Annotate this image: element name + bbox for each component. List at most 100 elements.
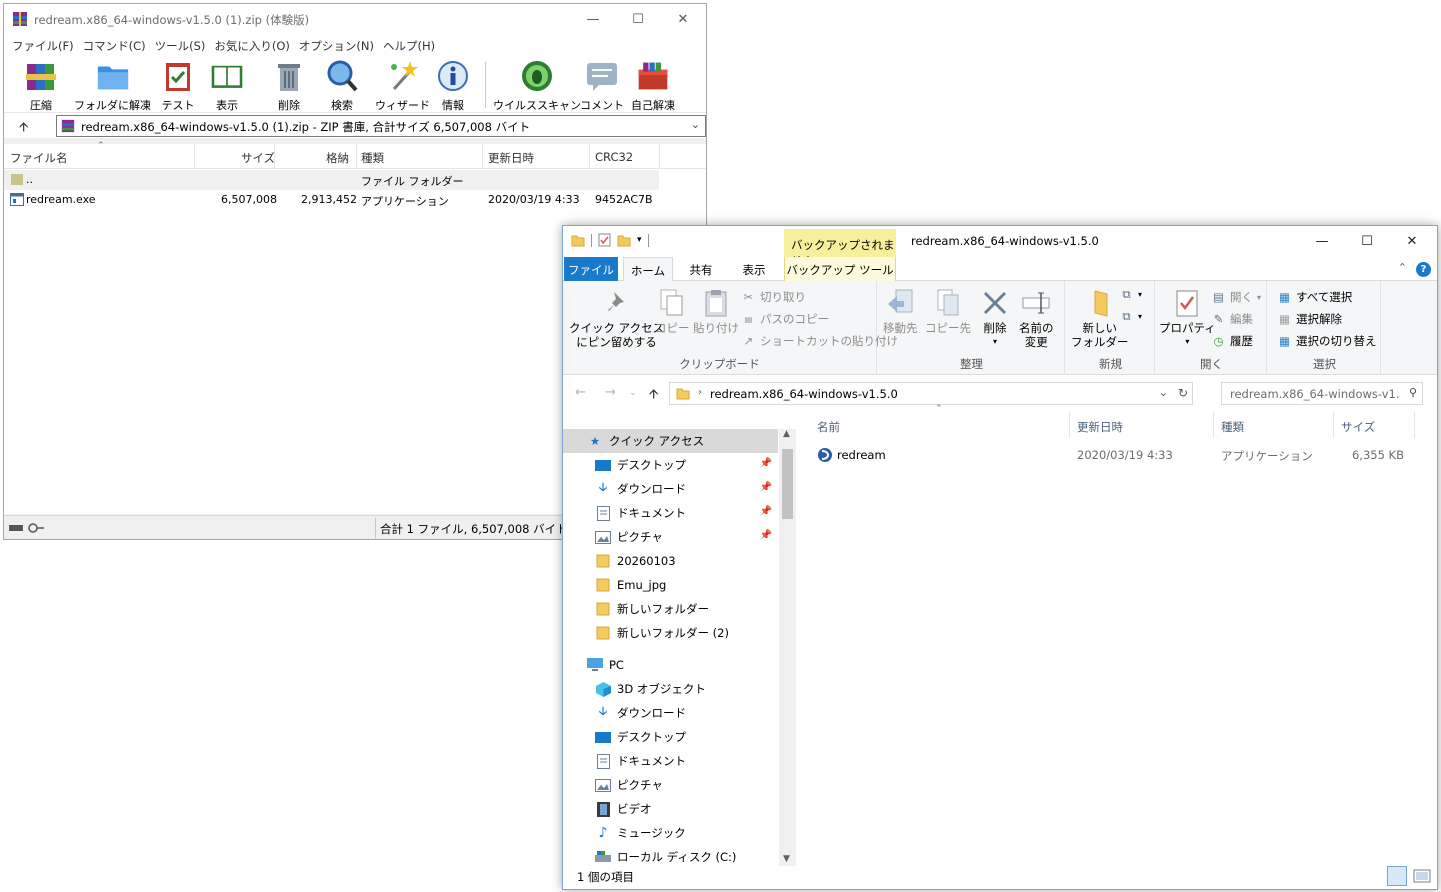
nav-documents[interactable]: ドキュメント 📌 xyxy=(563,501,778,525)
nav-pc[interactable]: PC xyxy=(563,653,778,677)
select-all-button[interactable]: ▦ すべて選択 xyxy=(1277,289,1352,305)
extract-to-button[interactable]: フォルダに解凍 xyxy=(74,58,151,113)
delete-button[interactable]: 削除 xyxy=(272,58,306,113)
test-button[interactable]: テスト xyxy=(161,58,195,113)
minimize-button[interactable]: — xyxy=(1299,226,1345,256)
paste-button[interactable]: 貼り付け xyxy=(693,287,739,335)
col-size[interactable]: サイズ xyxy=(241,150,275,166)
col-modified[interactable]: 更新日時 xyxy=(488,150,534,166)
virus-scan-button[interactable]: ウイルススキャン xyxy=(493,58,581,113)
add-button[interactable]: 圧縮 xyxy=(24,58,58,113)
copy-to-button[interactable]: コピー先 xyxy=(925,287,971,335)
maximize-button[interactable]: ☐ xyxy=(615,4,661,34)
nav-music[interactable]: ♪ ミュージック xyxy=(563,821,778,845)
file-row[interactable]: redream 2020/03/19 4:33 アプリケーション 6,355 K… xyxy=(807,444,1417,466)
col-type[interactable]: 種類 xyxy=(361,150,384,166)
scroll-up-icon[interactable]: ▲ xyxy=(783,429,790,439)
back-arrow-icon[interactable]: ← xyxy=(575,385,586,400)
copy-path-button[interactable]: ▤ パスのコピー xyxy=(741,311,829,327)
move-to-button[interactable]: 移動先 xyxy=(883,287,918,335)
close-button[interactable]: ✕ xyxy=(660,4,706,34)
tab-home[interactable]: ホーム xyxy=(623,257,673,282)
invert-selection-button[interactable]: ▦ 選択の切り替え xyxy=(1277,333,1376,349)
nav-folder[interactable]: 新しいフォルダー (2) xyxy=(563,621,778,645)
tab-backup-tools[interactable]: バックアップ ツール xyxy=(784,257,896,281)
comment-button[interactable]: コメント xyxy=(580,58,624,113)
scroll-down-icon[interactable]: ▼ xyxy=(783,854,790,864)
tab-view[interactable]: 表示 xyxy=(731,257,777,281)
col-name[interactable]: 名前 xyxy=(817,419,840,435)
select-none-button[interactable]: ▦ 選択解除 xyxy=(1277,311,1342,327)
nav-folder[interactable]: 新しいフォルダー xyxy=(563,597,778,621)
open-button[interactable]: ▤ 開く ▾ xyxy=(1211,289,1261,305)
nav-desktop[interactable]: デスクトップ 📌 xyxy=(563,453,778,477)
nav-quick-access[interactable]: ★ クイック アクセス xyxy=(563,429,778,453)
nav-downloads[interactable]: 🡣 ダウンロード 📌 xyxy=(563,477,778,501)
menu-file[interactable]: ファイル(F) xyxy=(10,34,81,56)
info-button[interactable]: 情報 xyxy=(436,58,470,113)
history-button[interactable]: ◷ 履歴 xyxy=(1211,333,1253,349)
collapse-ribbon-icon[interactable]: ⌃ xyxy=(1398,261,1407,274)
recent-dropdown-icon[interactable]: ⌄ xyxy=(629,388,637,398)
help-icon[interactable]: ? xyxy=(1416,262,1431,277)
tab-file[interactable]: ファイル xyxy=(564,257,618,281)
chevron-down-icon[interactable]: ⌄ xyxy=(691,118,700,131)
col-crc[interactable]: CRC32 xyxy=(595,150,633,164)
archive-path-combobox[interactable]: redream.x86_64-windows-v1.5.0 (1).zip - … xyxy=(56,115,706,137)
find-button[interactable]: 検索 xyxy=(325,58,359,113)
wizard-button[interactable]: ウィザード xyxy=(375,58,430,113)
menu-commands[interactable]: コマンド(C) xyxy=(81,34,153,56)
cut-button[interactable]: ✂ 切り取り xyxy=(741,289,806,305)
nav-3d-objects[interactable]: 3D オブジェクト xyxy=(563,677,778,701)
sfx-button[interactable]: 自己解凍 xyxy=(631,58,675,113)
properties-check-icon[interactable] xyxy=(598,233,611,247)
address-bar[interactable]: › redream.x86_64-windows-v1.5.0 ⌄ ↻ xyxy=(669,382,1193,405)
maximize-button[interactable]: ☐ xyxy=(1344,226,1390,256)
menu-options[interactable]: オプション(N) xyxy=(297,34,381,56)
easy-access-button[interactable]: ⧉ ▾ xyxy=(1119,309,1142,324)
nav-pc-pictures[interactable]: ピクチャ xyxy=(563,773,778,797)
col-size[interactable]: サイズ xyxy=(1341,419,1375,435)
scroll-thumb[interactable] xyxy=(782,449,793,519)
view-button[interactable]: 表示 xyxy=(210,58,244,113)
col-name[interactable]: ファイル名 xyxy=(10,150,68,166)
refresh-icon[interactable]: ↻ xyxy=(1178,386,1188,400)
nav-pc-desktop[interactable]: デスクトップ xyxy=(563,725,778,749)
table-row[interactable]: redream.exe 6,507,008 2,913,452 アプリケーション… xyxy=(4,190,659,210)
up-arrow-icon[interactable]: 🡩 xyxy=(649,385,658,407)
qat-dropdown-icon[interactable]: ▾ xyxy=(637,235,642,245)
properties-button[interactable]: プロパティ ▾ xyxy=(1159,287,1216,349)
close-button[interactable]: ✕ xyxy=(1389,226,1435,256)
breadcrumb-chevron-icon[interactable]: › xyxy=(698,387,702,398)
menu-help[interactable]: ヘルプ(H) xyxy=(381,34,442,56)
col-modified[interactable]: 更新日時 xyxy=(1077,419,1123,435)
minimize-button[interactable]: — xyxy=(570,4,616,34)
delete-button[interactable]: 削除 ▾ xyxy=(979,287,1011,349)
menu-tools[interactable]: ツール(S) xyxy=(153,34,213,56)
table-row[interactable]: .. ファイル フォルダー xyxy=(4,170,659,190)
large-icons-view-icon[interactable] xyxy=(1413,868,1431,884)
nav-scrollbar[interactable]: ▲ ▼ xyxy=(779,429,796,866)
menu-favorites[interactable]: お気に入り(O) xyxy=(212,34,297,56)
forward-arrow-icon[interactable]: → xyxy=(605,385,616,400)
nav-folder[interactable]: Emu_jpg xyxy=(563,573,778,597)
rename-button[interactable]: 名前の 変更 xyxy=(1019,287,1054,349)
tab-share[interactable]: 共有 xyxy=(679,257,723,281)
new-folder-icon[interactable] xyxy=(617,234,631,247)
edit-button[interactable]: ✎ 編集 xyxy=(1211,311,1253,327)
new-item-button[interactable]: ⧉ ▾ xyxy=(1119,287,1142,302)
nav-pc-downloads[interactable]: 🡣 ダウンロード xyxy=(563,701,778,725)
search-input[interactable]: redream.x86_64-windows-v1.... ⚲ xyxy=(1221,382,1423,405)
pin-quick-access-button[interactable]: クイック アクセス にピン留めする xyxy=(569,287,664,349)
copy-button[interactable]: コピー xyxy=(655,287,690,335)
up-arrow-icon[interactable]: 🡩 xyxy=(19,118,28,140)
paste-shortcut-button[interactable]: ↗ ショートカットの貼り付け xyxy=(741,333,898,349)
nav-videos[interactable]: ビデオ xyxy=(563,797,778,821)
address-dropdown-icon[interactable]: ⌄ xyxy=(1159,386,1168,399)
col-packed[interactable]: 格納 xyxy=(326,150,349,166)
nav-pictures[interactable]: ピクチャ 📌 xyxy=(563,525,778,549)
nav-pc-documents[interactable]: ドキュメント xyxy=(563,749,778,773)
nav-folder[interactable]: 20260103 xyxy=(563,549,778,573)
col-type[interactable]: 種類 xyxy=(1221,419,1244,435)
details-view-icon[interactable] xyxy=(1387,866,1407,886)
